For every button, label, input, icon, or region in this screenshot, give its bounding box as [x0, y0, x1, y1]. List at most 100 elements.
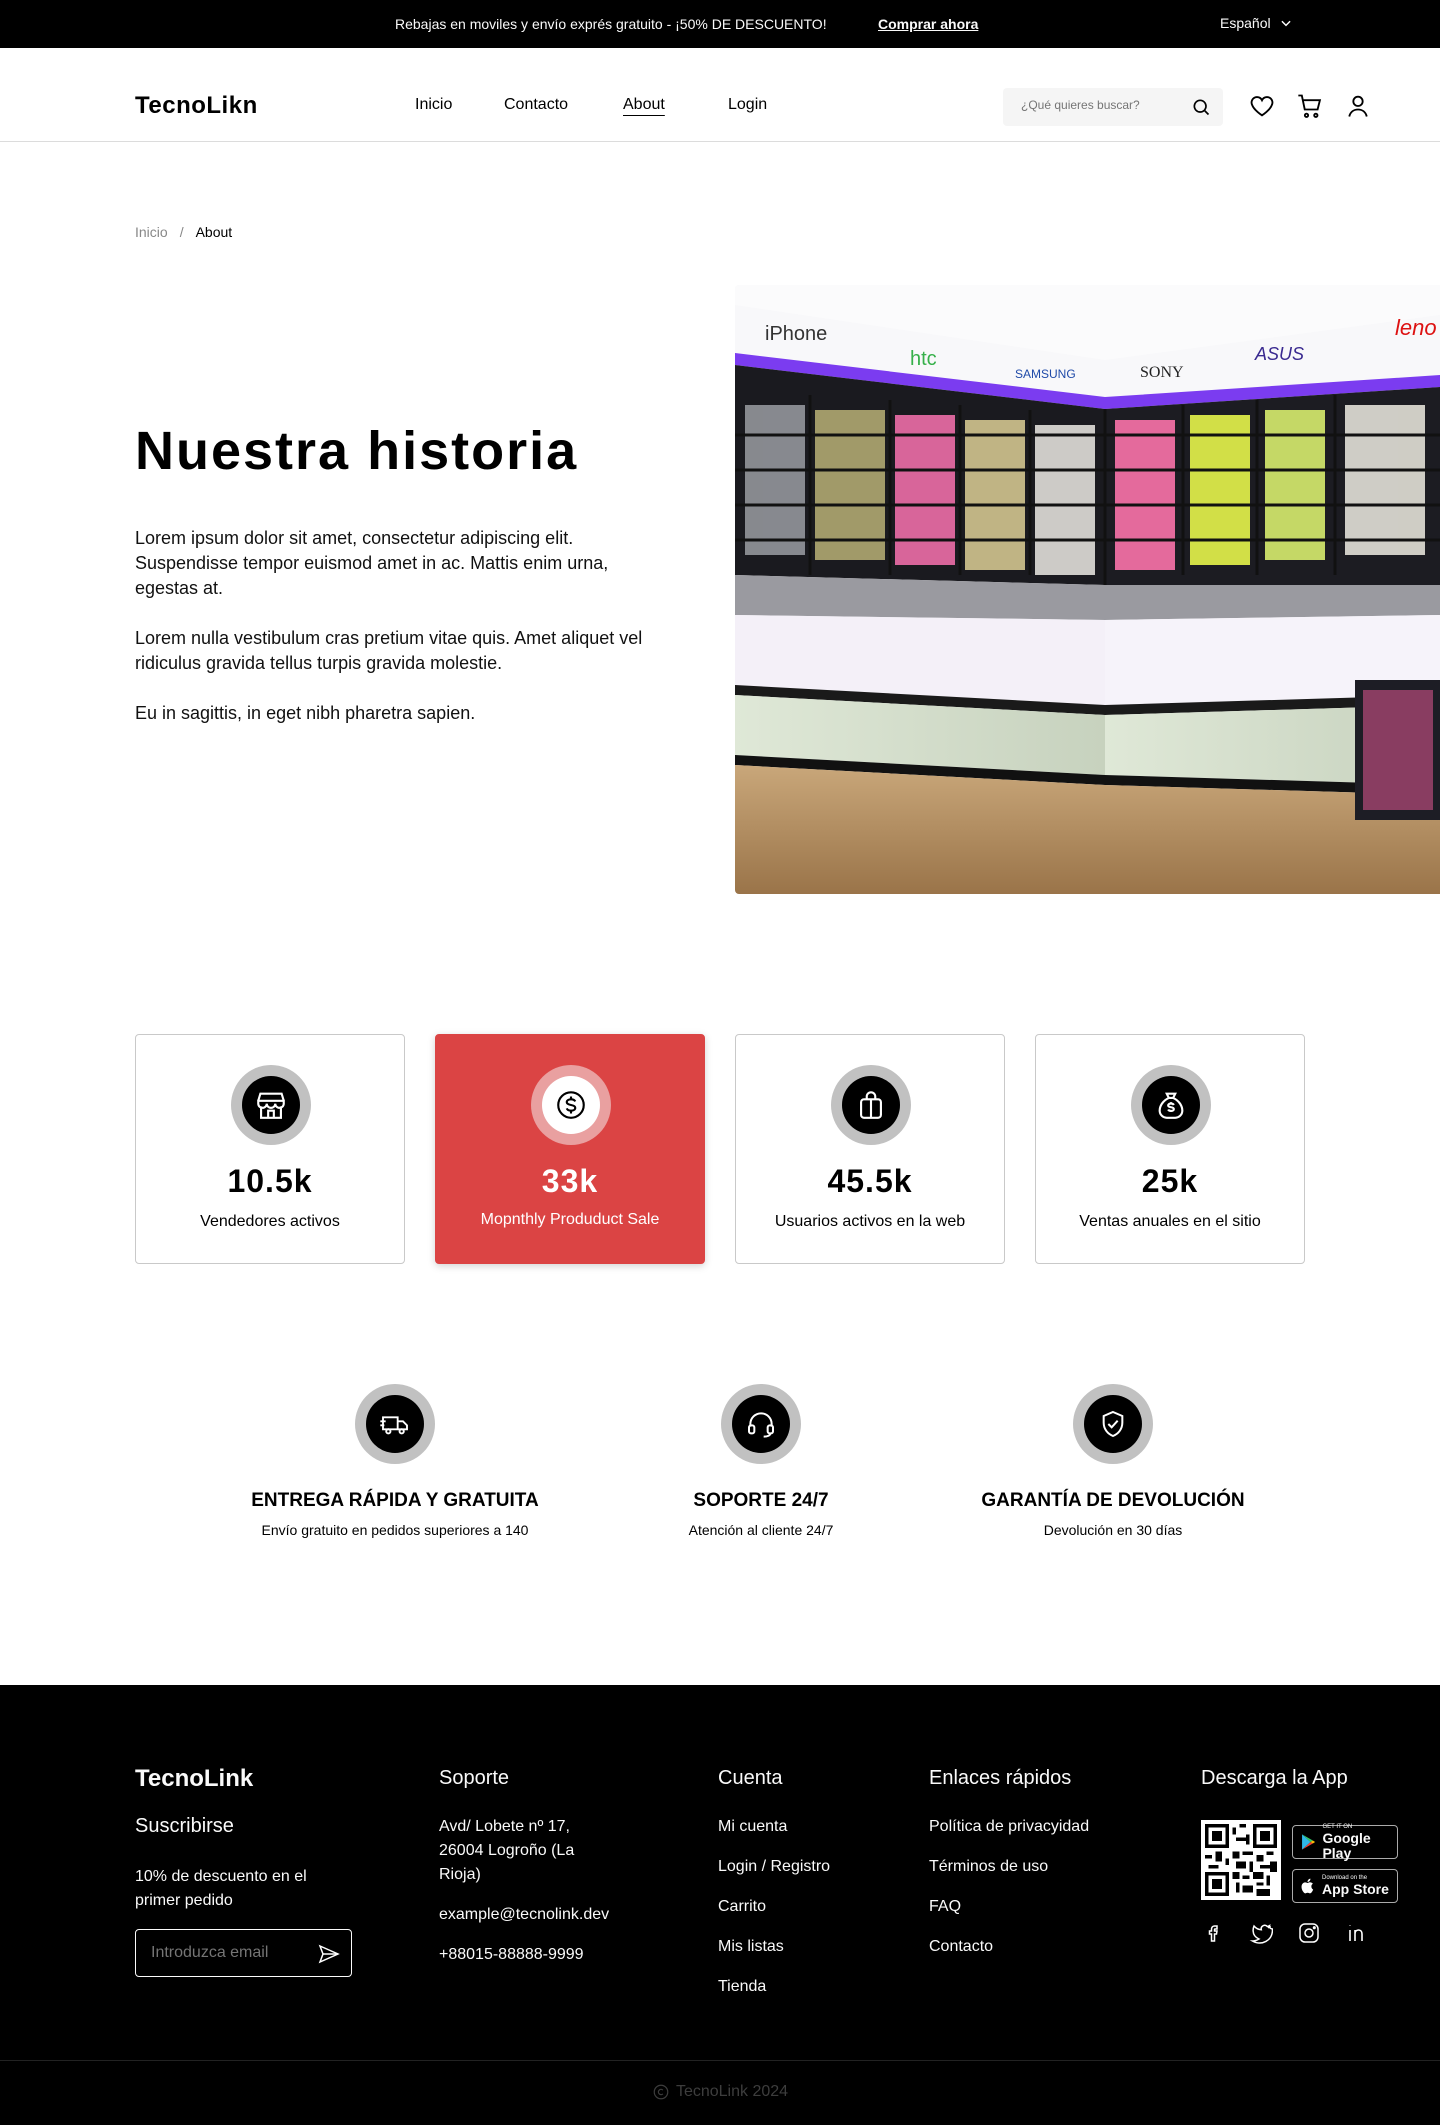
site-footer: TecnoLink Suscribirse 10% de descuento e…	[0, 1685, 1440, 2125]
footer-logo[interactable]: TecnoLink	[135, 1765, 253, 1793]
service-desc: Atención al cliente 24/7	[688, 1522, 834, 1538]
stat-value: 25k	[1141, 1163, 1199, 1199]
google-play-label: Google Play	[1322, 1829, 1371, 1861]
stat-label: Mopnthly Produduct Sale	[480, 1211, 660, 1228]
shield-check-icon	[1102, 1410, 1124, 1438]
quick-links-title: Enlaces rápidos	[929, 1767, 1072, 1789]
breadcrumb: Inicio / About	[135, 224, 232, 240]
breadcrumb-separator: /	[179, 224, 184, 240]
stat-icon-ring	[531, 1065, 611, 1145]
brand-label-asus: ASUS	[1254, 344, 1304, 364]
email-field[interactable]	[151, 1944, 301, 1962]
chevron-down-icon	[1280, 20, 1291, 27]
logo[interactable]: TecnoLikn	[135, 92, 258, 120]
heart-icon[interactable]	[1248, 92, 1276, 120]
instagram-icon[interactable]	[1297, 1921, 1321, 1945]
send-icon[interactable]	[317, 1942, 341, 1966]
shop-now-link[interactable]: Comprar ahora	[878, 16, 978, 32]
search-input[interactable]	[1021, 98, 1181, 112]
page-title: Nuestra historia	[135, 421, 579, 481]
brand-label-lenovo: leno	[1395, 315, 1437, 340]
nav-about[interactable]: About	[623, 96, 665, 114]
shop-icon	[257, 1092, 285, 1119]
stat-icon-ring	[831, 1065, 911, 1145]
search-icon[interactable]	[1191, 97, 1211, 117]
stat-value: 33k	[541, 1163, 599, 1199]
subscribe-title: Suscribirse	[135, 1815, 234, 1837]
stat-value: 10.5k	[227, 1163, 313, 1199]
user-icon[interactable]	[1344, 92, 1372, 120]
linkedin-icon[interactable]	[1345, 1921, 1369, 1945]
subscribe-text: 10% de descuento en el primer pedido	[135, 1868, 307, 1909]
service-icon-ring	[355, 1384, 435, 1464]
service-desc: Envío gratuito en pedidos superiores a 1…	[261, 1522, 529, 1538]
promo-bar: Rebajas en moviles y envío exprés gratui…	[0, 0, 1440, 48]
search-box	[1003, 88, 1223, 126]
service-guarantee: GARANTÍA DE DEVOLUCIÓN Devolución en 30 …	[943, 1384, 1283, 1538]
brand-label-sony: SONY	[1140, 364, 1184, 381]
brand-label-samsung: SAMSUNG	[1015, 367, 1076, 381]
quick-link-contacto[interactable]: Contacto	[929, 1935, 993, 1959]
breadcrumb-current: About	[195, 224, 233, 240]
quick-link-terms[interactable]: Términos de uso	[929, 1855, 1048, 1879]
google-play-icon	[1302, 1834, 1316, 1850]
footer-bottom: TecnoLink 2024	[0, 2060, 1440, 2125]
stat-card-users: 45.5k Usuarios activos en la web	[735, 1034, 1005, 1264]
account-title: Cuenta	[718, 1767, 783, 1789]
account-link-login[interactable]: Login / Registro	[718, 1855, 830, 1879]
facebook-icon[interactable]	[1201, 1921, 1225, 1945]
stat-icon-ring	[231, 1065, 311, 1145]
stat-value: 45.5k	[827, 1163, 913, 1199]
google-play-button[interactable]: GET IT ON Google Play	[1292, 1824, 1398, 1861]
money-bag-icon	[1158, 1092, 1184, 1119]
site-header: TecnoLikn Inicio Contacto About Login	[0, 48, 1440, 142]
brand-label-htc: htc	[910, 348, 937, 370]
shopping-bag-icon	[860, 1091, 882, 1119]
story-paragraph-2: Lorem nulla vestibulum cras pretium vita…	[135, 628, 643, 673]
stat-card-sellers: 10.5k Vendedores activos	[135, 1034, 405, 1264]
cart-icon[interactable]	[1296, 92, 1324, 120]
stat-label: Usuarios activos en la web	[774, 1213, 966, 1230]
store-photo: iPhone htc SAMSUNG SONY ASUS leno	[735, 285, 1440, 894]
support-phone[interactable]: +88015-88888-9999	[439, 1943, 584, 1967]
qr-code	[1201, 1820, 1281, 1900]
quick-link-faq[interactable]: FAQ	[929, 1895, 961, 1919]
service-delivery: ENTREGA RÁPIDA Y GRATUITA Envío gratuito…	[225, 1384, 565, 1538]
story-paragraph-3: Eu in sagittis, in eget nibh pharetra sa…	[135, 703, 476, 723]
nav-login[interactable]: Login	[728, 96, 767, 114]
account-link-mi-cuenta[interactable]: Mi cuenta	[718, 1815, 787, 1839]
language-label: Español	[1220, 15, 1271, 31]
service-icon-ring	[1073, 1384, 1153, 1464]
story-paragraph-1: Lorem ipsum dolor sit amet, consectetur …	[135, 528, 609, 598]
app-store-button[interactable]: Download on the App Store	[1292, 1869, 1398, 1903]
delivery-truck-icon	[380, 1416, 408, 1435]
apple-icon	[1301, 1878, 1314, 1894]
stat-icon-ring	[1131, 1065, 1211, 1145]
service-support: SOPORTE 24/7 Atención al cliente 24/7	[591, 1384, 931, 1538]
service-title: SOPORTE 24/7	[693, 1490, 829, 1511]
account-link-carrito[interactable]: Carrito	[718, 1895, 766, 1919]
support-address: Avd/ Lobete nº 17, 26004 Logroño (La Rio…	[439, 1818, 575, 1883]
stat-card-monthly-sales: 33k Mopnthly Produduct Sale	[435, 1034, 705, 1264]
stat-label: Ventas anuales en el sitio	[1079, 1213, 1261, 1230]
account-link-mis-listas[interactable]: Mis listas	[718, 1935, 784, 1959]
app-store-label: App Store	[1322, 1881, 1389, 1897]
support-email[interactable]: example@tecnolink.dev	[439, 1903, 609, 1927]
account-link-tienda[interactable]: Tienda	[718, 1975, 766, 1999]
nav-contacto[interactable]: Contacto	[504, 96, 568, 114]
stat-card-annual-sales: 25k Ventas anuales en el sitio	[1035, 1034, 1305, 1264]
language-selector[interactable]: Español	[1220, 15, 1293, 31]
nav-inicio[interactable]: Inicio	[415, 96, 452, 114]
dollar-icon	[557, 1091, 585, 1119]
copyright: TecnoLink 2024	[0, 2083, 1440, 2101]
service-icon-ring	[721, 1384, 801, 1464]
headset-icon	[748, 1412, 774, 1438]
support-title: Soporte	[439, 1767, 510, 1789]
brand-label-iphone: iPhone	[765, 323, 827, 345]
stat-label: Vendedores activos	[200, 1213, 340, 1230]
service-title: ENTREGA RÁPIDA Y GRATUITA	[251, 1490, 539, 1511]
breadcrumb-inicio[interactable]: Inicio	[135, 224, 168, 240]
quick-link-privacy[interactable]: Política de privacyidad	[929, 1815, 1089, 1839]
subscribe-form	[135, 1929, 352, 1977]
twitter-icon[interactable]	[1249, 1921, 1273, 1945]
